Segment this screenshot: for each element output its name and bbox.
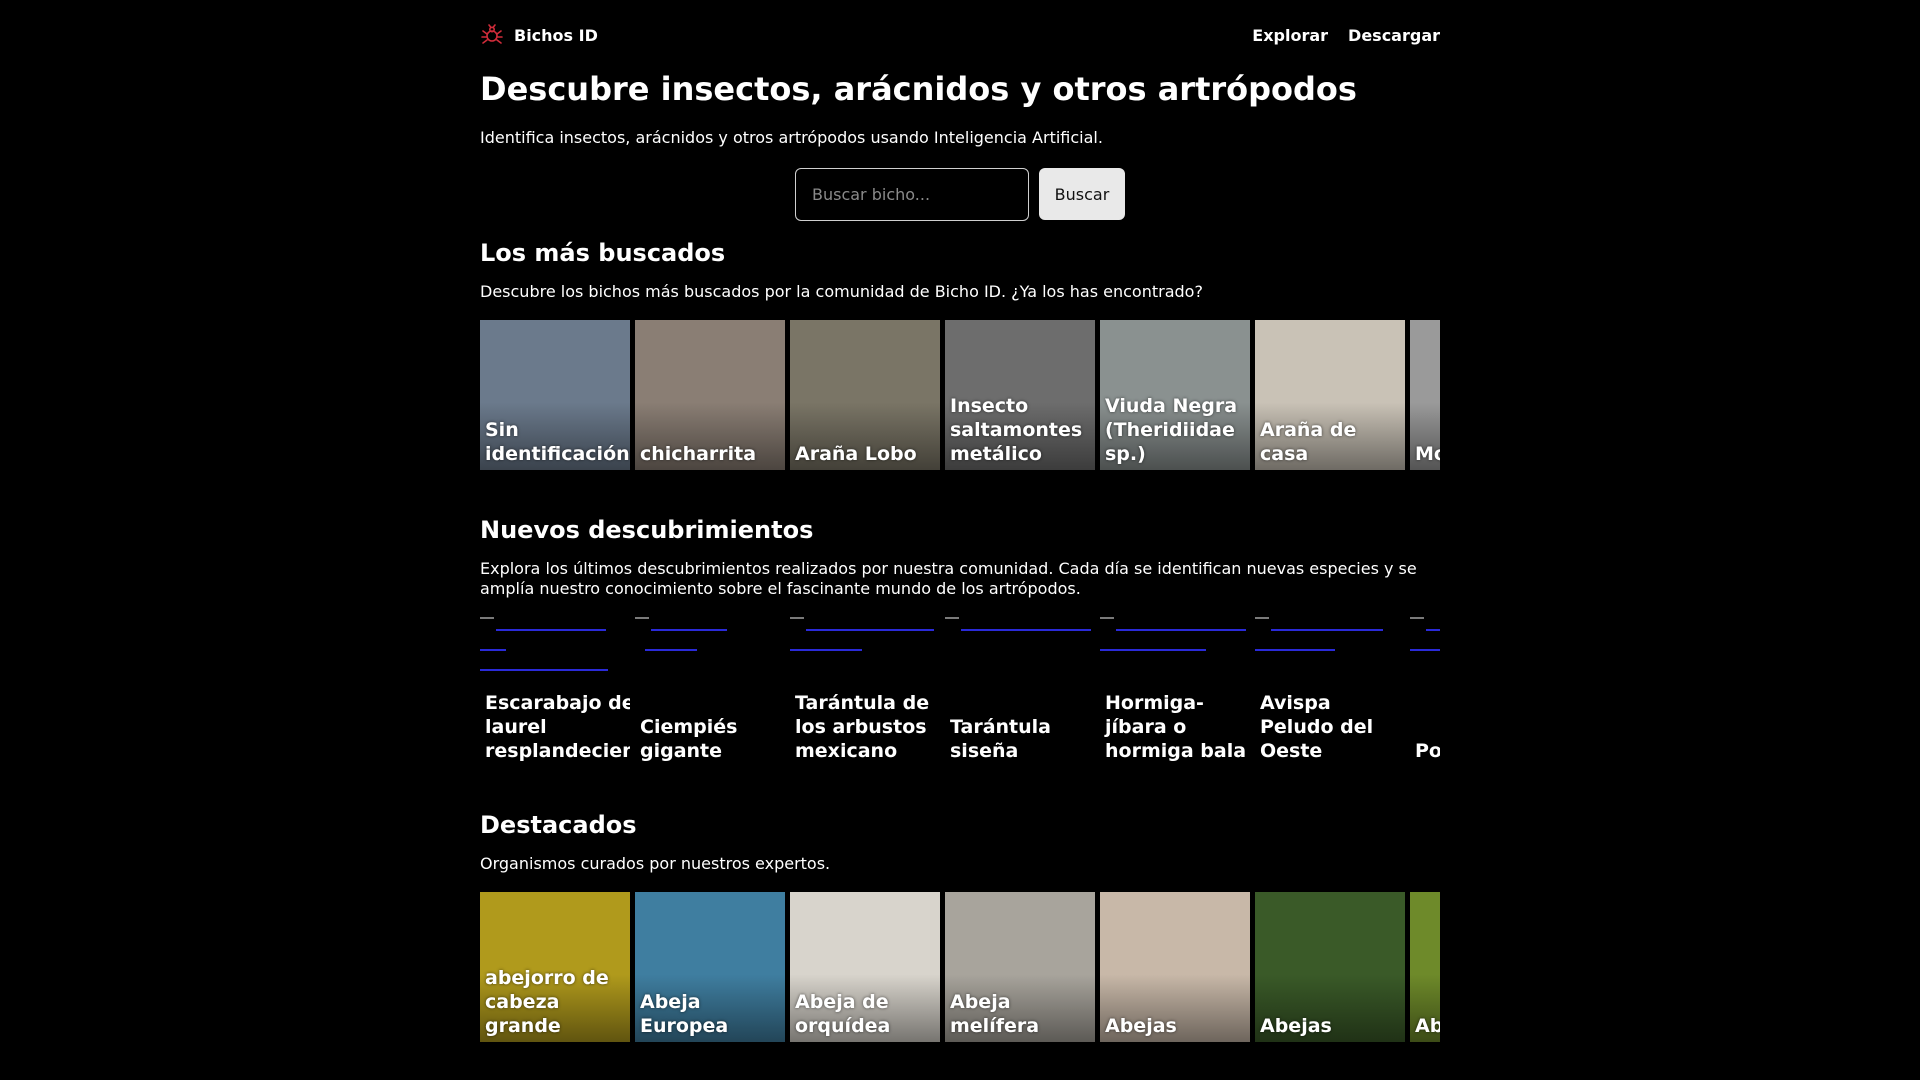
species-card[interactable]: Abejas xyxy=(1255,892,1405,1042)
card-label: Avispa Peludo del Oeste xyxy=(1260,692,1374,762)
section-title: Nuevos descubrimientos xyxy=(480,516,814,544)
species-card[interactable]: Abeja melífera xyxy=(945,892,1095,1042)
card-label: Araña de casa xyxy=(1260,419,1357,465)
card-label: Abeja melífera xyxy=(950,991,1040,1037)
section-most-searched: Los más buscados Descubre los bichos más… xyxy=(480,238,1440,470)
page-container: Bichos ID Explorar Descargar Descubre in… xyxy=(480,0,1440,1042)
section-description: Organismos curados por nuestros expertos… xyxy=(480,854,831,873)
nav-explorar-link[interactable]: Explorar xyxy=(1252,26,1328,45)
card-label: Abejas xyxy=(1260,1015,1332,1037)
card-label: Abeja de orquídea xyxy=(795,991,891,1037)
card-label: Sin identificación xyxy=(485,419,630,465)
species-card[interactable]: Araña Lobo xyxy=(790,320,940,470)
broken-image-icon xyxy=(1255,617,1269,619)
section-description: Explora los últimos descubrimientos real… xyxy=(480,559,1417,598)
card-row: abejorro de cabeza grande Abeja Europea … xyxy=(480,892,1440,1042)
card-label: Hormiga-jíbara o hormiga bala xyxy=(1105,692,1247,762)
species-card[interactable]: Araña de casa xyxy=(1255,320,1405,470)
card-row: Escarabajo de laurel resplandeciente Cie… xyxy=(480,617,1440,767)
species-card[interactable]: Abeja de orquídea xyxy=(790,892,940,1042)
search-button[interactable]: Buscar xyxy=(1039,168,1125,220)
species-card[interactable]: Tarántula de los arbustos mexicano xyxy=(790,617,940,767)
card-label: Abejas xyxy=(1105,1015,1177,1037)
species-card[interactable]: Tarántula siseña xyxy=(945,617,1095,767)
broken-image-icon xyxy=(1410,617,1424,619)
species-card[interactable]: Mo (C sp xyxy=(1410,320,1440,470)
card-label: abejorro de cabeza grande xyxy=(485,967,609,1037)
top-header: Bichos ID Explorar Descargar xyxy=(480,0,1440,70)
broken-image-icon xyxy=(1100,617,1114,619)
page-title: Descubre insectos, arácnidos y otros art… xyxy=(480,70,1357,108)
nav-descargar-link[interactable]: Descargar xyxy=(1348,26,1440,45)
brand-name: Bichos ID xyxy=(514,25,598,45)
brand-link[interactable]: Bichos ID xyxy=(480,23,598,47)
page-subtitle: Identifica insectos, arácnidos y otros a… xyxy=(480,128,1103,147)
species-card[interactable]: Po co xyxy=(1410,617,1440,767)
broken-image-icon xyxy=(945,617,959,619)
card-label: Ciempiés gigante xyxy=(640,716,738,762)
species-card[interactable]: Sin identificación xyxy=(480,320,630,470)
broken-image-icon xyxy=(635,617,649,619)
card-label: Po co xyxy=(1415,740,1440,762)
card-label: Insecto saltamontes metálico xyxy=(950,395,1083,465)
card-label: Mo (C sp xyxy=(1415,443,1440,465)
species-card[interactable]: Escarabajo de laurel resplandeciente xyxy=(480,617,630,767)
section-description: Descubre los bichos más buscados por la … xyxy=(480,282,1203,301)
card-row: Sin identificación chicharrita Araña Lob… xyxy=(480,320,1440,470)
main-nav: Explorar Descargar xyxy=(1252,26,1440,45)
broken-image-icon xyxy=(480,617,494,619)
bug-logo-icon xyxy=(481,24,503,44)
section-title: Destacados xyxy=(480,811,637,839)
species-card[interactable]: Viuda Negra (Theridiidae sp.) xyxy=(1100,320,1250,470)
card-label: Abeja Europea xyxy=(640,991,729,1037)
section-featured: Destacados Organismos curados por nuestr… xyxy=(480,810,1440,1042)
card-label: chicharrita xyxy=(640,443,757,465)
section-title: Los más buscados xyxy=(480,239,726,267)
card-label: Araña Lobo xyxy=(795,443,917,465)
card-label: Tarántula de los arbustos mexicano xyxy=(795,692,930,762)
search-input[interactable] xyxy=(795,168,1029,221)
card-label: Tarántula siseña xyxy=(950,716,1051,762)
species-card[interactable]: Insecto saltamontes metálico xyxy=(945,320,1095,470)
species-card[interactable]: Avispa Peludo del Oeste xyxy=(1255,617,1405,767)
section-new-discoveries: Nuevos descubrimientos Explora los últim… xyxy=(480,515,1440,767)
card-label: Ab xyxy=(1415,1015,1440,1037)
species-card[interactable]: Hormiga-jíbara o hormiga bala xyxy=(1100,617,1250,767)
species-card[interactable]: Abeja Europea xyxy=(635,892,785,1042)
card-label: Escarabajo de laurel resplandeciente xyxy=(485,692,630,762)
species-card[interactable]: Ciempiés gigante xyxy=(635,617,785,767)
broken-image-icon xyxy=(790,617,804,619)
card-label: Viuda Negra (Theridiidae sp.) xyxy=(1105,395,1238,465)
species-card[interactable]: Ab xyxy=(1410,892,1440,1042)
species-card[interactable]: Abejas xyxy=(1100,892,1250,1042)
species-card[interactable]: chicharrita xyxy=(635,320,785,470)
search-form: Buscar xyxy=(480,168,1440,221)
species-card[interactable]: abejorro de cabeza grande xyxy=(480,892,630,1042)
